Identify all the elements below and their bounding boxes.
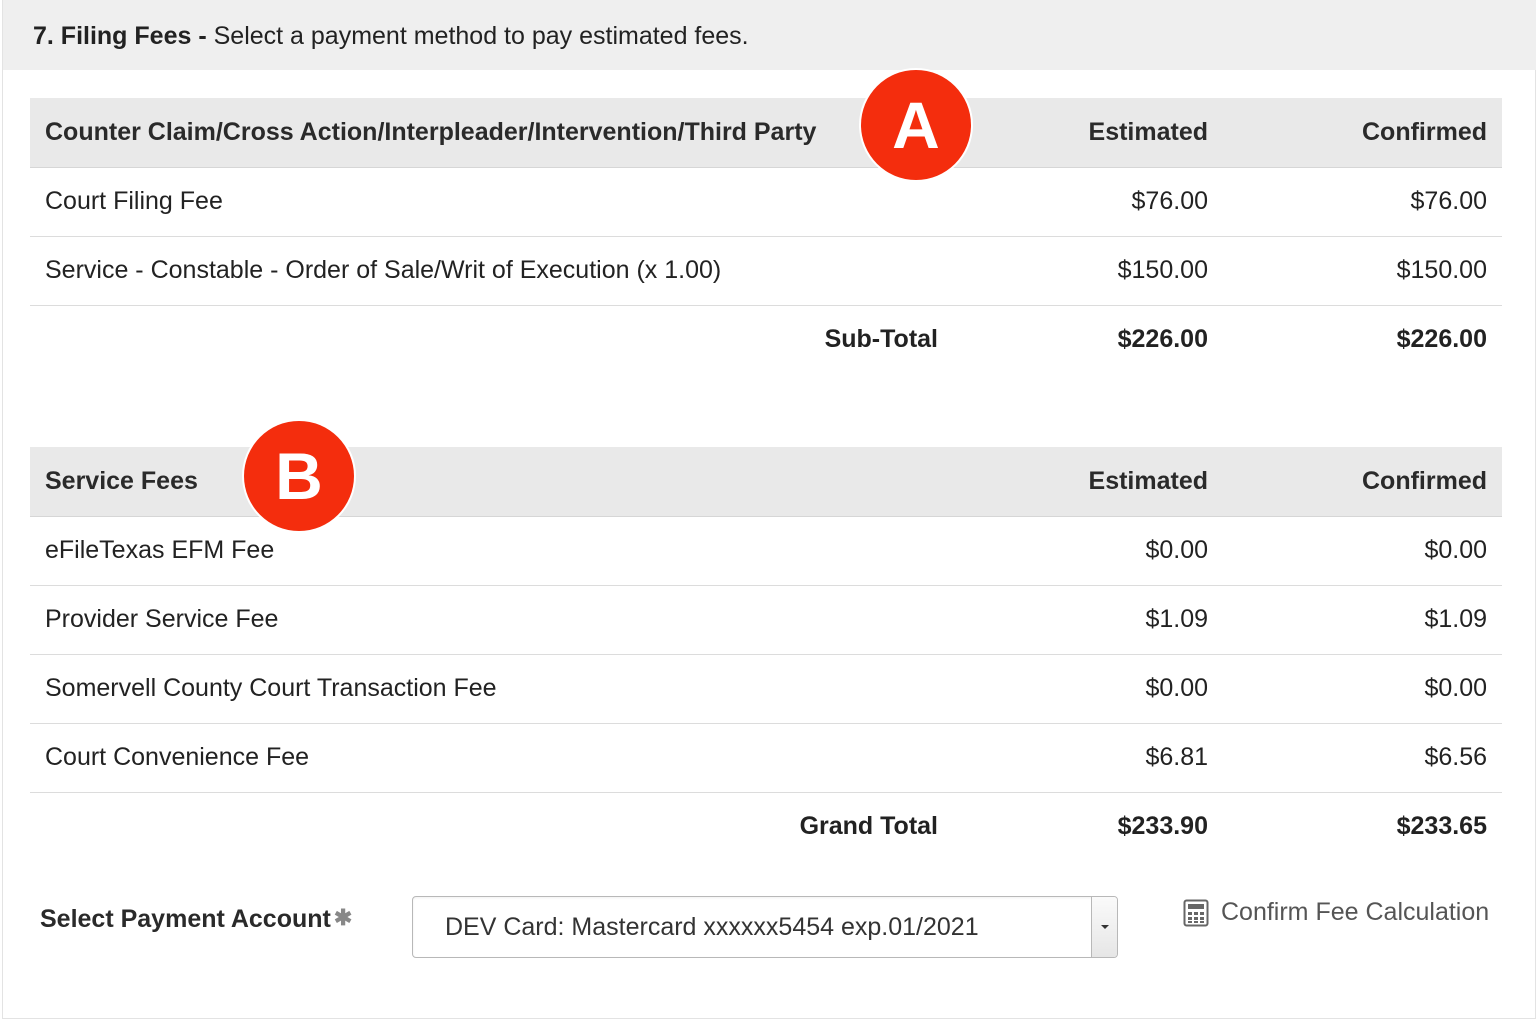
table-header-row: Counter Claim/Cross Action/Interpleader/… [30,98,1502,168]
confirmed-column-header: Confirmed [1223,98,1502,168]
fee-confirmed: $1.09 [1223,585,1502,655]
fee-row: Service - Constable - Order of Sale/Writ… [30,236,1502,306]
fee-row: Somervell County Court Transaction Fee $… [30,654,1502,724]
section-number: 7. Filing Fees - [33,22,207,50]
fee-confirmed: $6.56 [1223,723,1502,793]
service-table-title: Service Fees [30,447,998,517]
fee-confirmed: $76.00 [1223,167,1502,237]
estimated-column-header: Estimated [998,447,1223,517]
grand-total-label: Grand Total [799,812,938,841]
fee-estimated: $6.81 [998,723,1223,793]
fee-estimated: $150.00 [998,236,1223,306]
section-title: 7. Filing Fees - Select a payment method… [33,20,749,52]
filing-fees-table: Counter Claim/Cross Action/Interpleader/… [30,98,1502,374]
dropdown-arrow-icon[interactable] [1091,897,1117,957]
confirmed-column-header: Confirmed [1223,447,1502,517]
fee-confirmed: $150.00 [1223,236,1502,306]
fee-label: Provider Service Fee [30,585,998,655]
fee-estimated: $1.09 [998,585,1223,655]
annotation-marker-b: B [244,421,354,531]
service-fees-table: Service Fees Estimated Confirmed eFileTe… [30,447,1502,861]
fee-label: eFileTexas EFM Fee [30,516,998,586]
calculator-icon [1183,899,1209,927]
section-instruction: Select a payment method to pay estimated… [213,22,749,50]
fee-estimated: $0.00 [998,654,1223,724]
grand-total-confirmed: $233.65 [1396,812,1487,841]
fee-label: Court Convenience Fee [30,723,998,793]
fee-label: Service - Constable - Order of Sale/Writ… [30,236,998,306]
fee-row: eFileTexas EFM Fee $0.00 $0.00 [30,516,1502,586]
payment-account-label-text: Select Payment Account [40,905,331,933]
fee-estimated: $0.00 [998,516,1223,586]
fee-row: Court Convenience Fee $6.81 $6.56 [30,723,1502,793]
confirm-fee-calculation-text: Confirm Fee Calculation [1221,898,1490,926]
payment-account-select[interactable]: DEV Card: Mastercard xxxxxx5454 exp.01/2… [412,896,1118,958]
fee-estimated: $76.00 [998,167,1223,237]
filing-table-title: Counter Claim/Cross Action/Interpleader/… [30,98,998,168]
section-header: 7. Filing Fees - Select a payment method… [3,0,1536,70]
payment-account-label: Select Payment Account ✱ [40,905,352,934]
subtotal-confirmed: $226.00 [1396,325,1487,354]
grand-total-row: Grand Total $233.90 $233.65 [30,792,1502,861]
grand-total-estimated: $233.90 [1117,812,1208,841]
subtotal-label: Sub-Total [824,325,938,354]
fee-label: Court Filing Fee [30,167,998,237]
fee-row: Provider Service Fee $1.09 $1.09 [30,585,1502,655]
confirm-fee-calculation-link[interactable]: Confirm Fee Calculation [1183,898,1489,927]
annotation-marker-a: A [861,70,971,180]
fee-confirmed: $0.00 [1223,654,1502,724]
selected-payment-account: DEV Card: Mastercard xxxxxx5454 exp.01/2… [445,913,979,941]
estimated-column-header: Estimated [998,98,1223,168]
fee-label: Somervell County Court Transaction Fee [30,654,998,724]
fee-row: Court Filing Fee $76.00 $76.00 [30,167,1502,237]
subtotal-row: Sub-Total $226.00 $226.00 [30,305,1502,374]
fee-confirmed: $0.00 [1223,516,1502,586]
required-asterisk-icon: ✱ [333,905,353,930]
subtotal-estimated: $226.00 [1117,325,1208,354]
